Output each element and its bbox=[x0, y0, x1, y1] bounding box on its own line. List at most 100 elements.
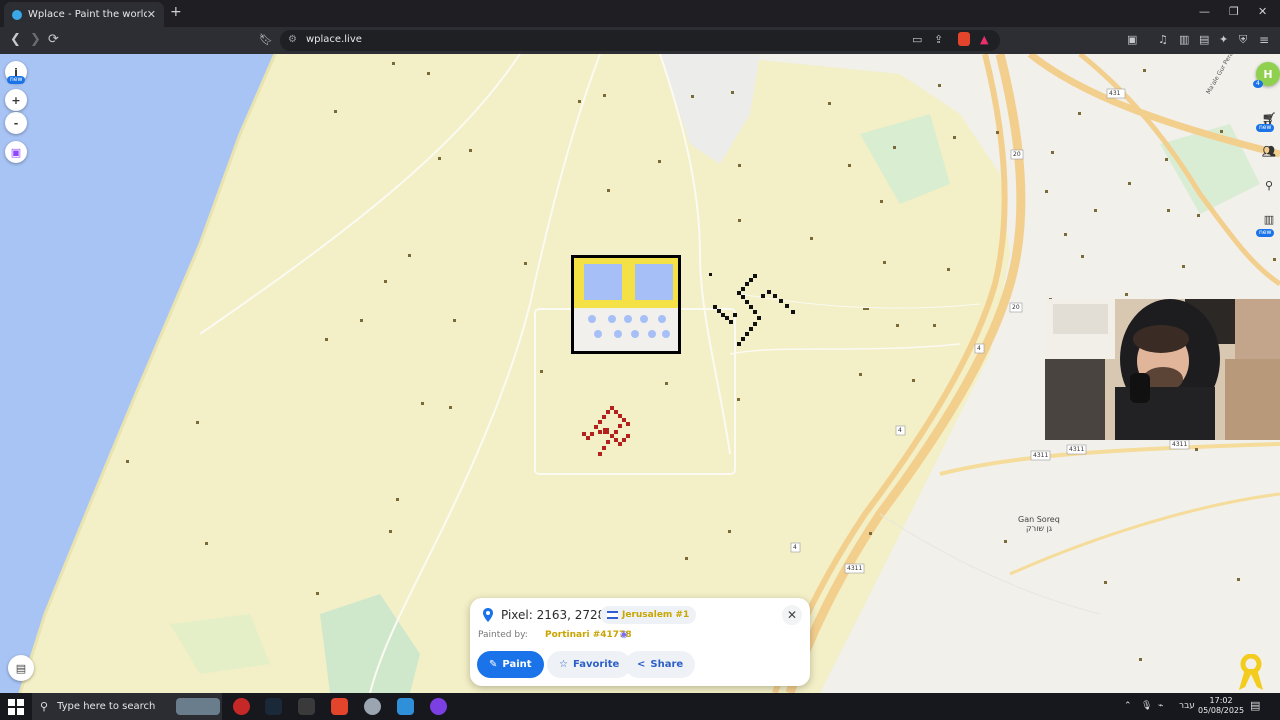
alliance-button[interactable]: 👥︎ bbox=[1258, 140, 1280, 162]
wplace-favicon-icon bbox=[12, 9, 22, 20]
forward-arrow-icon[interactable]: ❯ bbox=[30, 32, 41, 48]
bookmark-icon[interactable]: 🔖︎ bbox=[259, 32, 273, 48]
search-highlight-image[interactable] bbox=[176, 698, 220, 715]
tab-wplace[interactable]: Wplace - Paint the world ✕ bbox=[4, 2, 164, 27]
back-arrow-icon[interactable]: ❮ bbox=[10, 32, 21, 48]
leaderboard-button[interactable]: ▥ bbox=[1258, 208, 1280, 230]
steam-icon[interactable] bbox=[265, 698, 282, 715]
windows-start-icon[interactable] bbox=[8, 699, 24, 715]
road-label-4: 4 bbox=[977, 345, 981, 352]
vpn-icon[interactable]: ⛨ bbox=[1239, 32, 1247, 48]
artwork-dot bbox=[608, 315, 616, 323]
microphone-icon[interactable]: 🎙︎ bbox=[1141, 701, 1152, 711]
address-bar[interactable]: ⚙ wplace.live bbox=[280, 30, 1000, 51]
level-badge: 4 bbox=[1253, 80, 1263, 88]
plus-icon: + bbox=[11, 93, 21, 107]
yellow-ribbon-icon bbox=[1239, 654, 1263, 690]
layers-icon: ▤ bbox=[15, 661, 27, 675]
pixel-artwork-selected[interactable] bbox=[571, 255, 681, 354]
info-new-badge: new bbox=[7, 76, 26, 84]
leaderboard-icon: ▥ bbox=[1263, 212, 1275, 226]
artwork-dot bbox=[648, 330, 656, 338]
artwork-dot bbox=[658, 315, 666, 323]
restore-button[interactable]: ❐ bbox=[1229, 5, 1239, 18]
brave-taskbar-icon[interactable] bbox=[331, 698, 348, 715]
menu-icon[interactable]: ≡ bbox=[1259, 32, 1269, 48]
group-icon: 👥︎ bbox=[1262, 144, 1276, 158]
clock-date: 05/08/2025 bbox=[1198, 706, 1245, 715]
artwork-dot bbox=[588, 315, 596, 323]
network-icon[interactable]: ⌁ bbox=[1158, 701, 1163, 711]
road-label-4311: 4311 bbox=[1033, 452, 1049, 459]
taskbar-clock[interactable]: 17:02 05/08/2025 bbox=[1198, 696, 1244, 716]
artwork-dot bbox=[624, 315, 632, 323]
location-pin-icon bbox=[483, 608, 493, 622]
paint-button[interactable]: ✎ Paint bbox=[477, 651, 544, 678]
minus-icon: - bbox=[13, 116, 19, 130]
painter-name[interactable]: Portinari #41778 bbox=[545, 630, 632, 640]
road-label-20: 20 bbox=[1013, 151, 1021, 158]
road-label-4311b: 4311 bbox=[1069, 446, 1085, 453]
pixel-info-panel: Pixel: 2163, 2728 Jerusalem #1 ✕ Painted… bbox=[470, 598, 810, 686]
store-new-badge: new bbox=[1256, 124, 1275, 132]
tab-close-icon[interactable]: ✕ bbox=[147, 8, 156, 21]
region-chip[interactable]: Jerusalem #1 bbox=[600, 606, 697, 624]
israel-flag-icon bbox=[607, 611, 618, 619]
screen: Wplace - Paint the world ✕ + — ❐ ✕ ❮ ❯ ⟳… bbox=[0, 0, 1280, 720]
app-icon-5[interactable] bbox=[364, 698, 381, 715]
leaderboard-new-badge: new bbox=[1256, 229, 1275, 237]
sidebar-icon[interactable]: ▥ bbox=[1179, 32, 1189, 48]
screenshot-icon[interactable]: ▣ bbox=[1127, 32, 1137, 48]
media-icon[interactable]: ♫ bbox=[1158, 32, 1168, 48]
tab-title: Wplace - Paint the world bbox=[28, 9, 147, 20]
search-icon: ⚲ bbox=[40, 700, 49, 713]
share-icon: < bbox=[637, 659, 646, 670]
tray-chevron-icon[interactable]: ⌃ bbox=[1124, 701, 1132, 711]
search-placeholder: Type here to search bbox=[57, 701, 156, 712]
search-map-button[interactable]: ⚲ bbox=[1258, 174, 1280, 196]
zoom-out-button[interactable]: - bbox=[5, 112, 27, 134]
map-layers-button[interactable]: ▤ bbox=[8, 655, 34, 681]
share-page-icon[interactable]: ⇪ bbox=[934, 32, 943, 48]
cart-icon: 🛒︎ bbox=[1262, 111, 1276, 125]
browser-tab-bar: Wplace - Paint the world ✕ + — ❐ ✕ bbox=[0, 0, 1280, 27]
new-tab-button[interactable]: + bbox=[170, 4, 182, 20]
app-icon-1[interactable] bbox=[233, 698, 250, 715]
painted-by-label: Painted by: bbox=[478, 630, 528, 640]
close-panel-button[interactable]: ✕ bbox=[782, 605, 802, 625]
site-info-icon[interactable]: ⚙ bbox=[288, 34, 297, 45]
artwork-dot bbox=[640, 315, 648, 323]
app-icon-7[interactable] bbox=[430, 698, 447, 715]
browser-toolbar: ❮ ❯ ⟳ 🔖︎ ⚙ wplace.live ▭ ⇪ ▲ ▣ ♫ ▥ ▤ ✦ ⛨… bbox=[0, 27, 1280, 54]
app-icon-6[interactable] bbox=[397, 698, 414, 715]
favorite-button[interactable]: ☆ Favorite bbox=[547, 651, 632, 678]
notifications-icon[interactable]: ▤ bbox=[1250, 699, 1260, 712]
leo-ai-icon[interactable]: ✦ bbox=[1219, 32, 1228, 48]
brave-shields-icon[interactable] bbox=[958, 32, 970, 46]
pixel-coordinates: Pixel: 2163, 2728 bbox=[501, 608, 606, 622]
wallet-icon[interactable]: ▤ bbox=[1199, 32, 1209, 48]
windows-taskbar: ⚲ Type here to search ⌃ 🎙︎ ⌁ עבר 17:02 0… bbox=[0, 693, 1280, 720]
cast-icon[interactable]: ▭ bbox=[912, 32, 922, 48]
road-label-4311d: 4311 bbox=[847, 565, 863, 572]
share-label: Share bbox=[650, 659, 684, 670]
share-button[interactable]: < Share bbox=[625, 651, 696, 678]
artwork-dot bbox=[631, 330, 639, 338]
discord-icon: ◉ bbox=[620, 630, 628, 640]
search-icon: ⚲ bbox=[1264, 178, 1274, 192]
language-indicator[interactable]: עבר bbox=[1179, 701, 1195, 711]
brave-rewards-icon[interactable]: ▲ bbox=[980, 32, 988, 48]
artwork-square-left bbox=[584, 264, 622, 300]
road-label-20b: 20 bbox=[1012, 304, 1020, 311]
app-icon-3[interactable] bbox=[298, 698, 315, 715]
paint-label: Paint bbox=[502, 659, 532, 670]
road-label-4c: 4 bbox=[793, 544, 797, 551]
clock-time: 17:02 bbox=[1209, 696, 1233, 705]
twitch-button[interactable]: ▣ bbox=[5, 141, 27, 163]
road-label-4b: 4 bbox=[898, 427, 902, 434]
zoom-in-button[interactable]: + bbox=[5, 89, 27, 111]
favorite-label: Favorite bbox=[572, 659, 620, 670]
minimize-button[interactable]: — bbox=[1199, 5, 1210, 18]
window-close-button[interactable]: ✕ bbox=[1258, 5, 1267, 18]
reload-icon[interactable]: ⟳ bbox=[48, 32, 59, 48]
